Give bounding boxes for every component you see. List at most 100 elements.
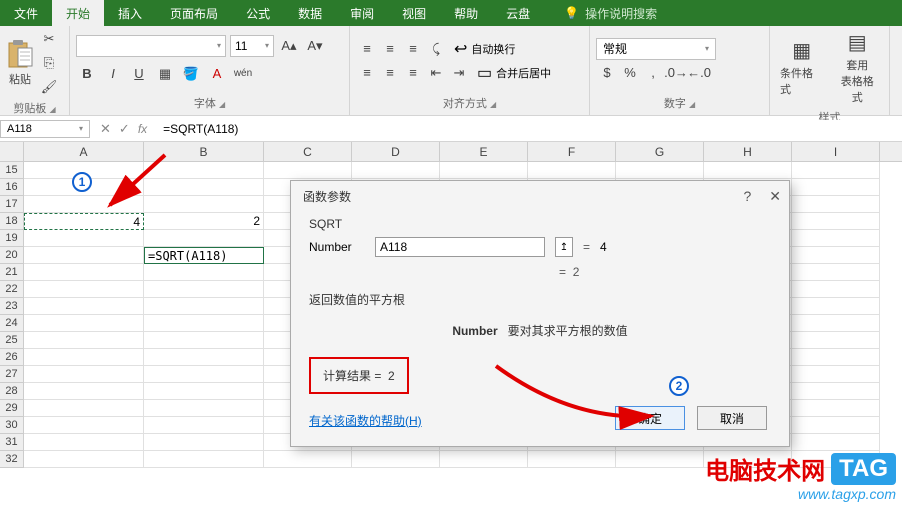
tab-cloud[interactable]: 云盘 [492,0,544,26]
border-button[interactable]: ▦ [154,63,176,85]
row-header[interactable]: 31 [0,434,24,451]
bold-button[interactable]: B [76,63,98,85]
cell[interactable] [24,400,144,417]
align-middle-button[interactable]: ≡ [379,38,401,60]
help-button[interactable]: ? [743,188,751,204]
table-format-button[interactable]: ▤ 套用 表格格式 [832,28,884,107]
row-header[interactable]: 17 [0,196,24,213]
cell[interactable] [24,451,144,468]
increase-indent-button[interactable]: ⇥ [448,62,470,84]
tab-layout[interactable]: 页面布局 [156,0,232,26]
enter-formula-button[interactable]: ✓ [119,121,130,137]
font-color-button[interactable]: A [206,63,228,85]
dialog-launcher-icon[interactable]: ◢ [490,100,496,109]
cell[interactable] [792,298,880,315]
cell[interactable] [144,349,264,366]
cell[interactable] [144,298,264,315]
tab-view[interactable]: 视图 [388,0,440,26]
dialog-launcher-icon[interactable]: ◢ [219,100,225,109]
percent-button[interactable]: % [619,62,641,84]
cell[interactable] [792,400,880,417]
increase-decimal-button[interactable]: .0→ [665,62,687,84]
cell[interactable] [792,213,880,230]
cell[interactable] [792,383,880,400]
col-header[interactable]: H [704,142,792,161]
align-right-button[interactable]: ≡ [402,62,424,84]
cell[interactable] [24,332,144,349]
col-header[interactable]: G [616,142,704,161]
tab-data[interactable]: 数据 [284,0,336,26]
merge-center-button[interactable]: ▭ 合并后居中 [477,62,551,84]
name-box[interactable]: A118▾ [0,120,90,138]
cell[interactable] [144,400,264,417]
cell[interactable] [24,281,144,298]
cell[interactable] [24,417,144,434]
cell[interactable] [440,451,528,468]
dialog-title-bar[interactable]: 函数参数 ? ✕ [291,181,789,211]
formula-input[interactable] [157,120,902,138]
align-left-button[interactable]: ≡ [356,62,378,84]
tell-me-search[interactable]: 💡 操作说明搜索 [564,5,657,22]
dialog-launcher-icon[interactable]: ◢ [689,100,695,109]
cell[interactable] [24,298,144,315]
cell[interactable] [792,230,880,247]
cell[interactable] [616,162,704,179]
cell[interactable]: =SQRT(A118) [144,247,264,264]
row-header[interactable]: 27 [0,366,24,383]
col-header[interactable]: A [24,142,144,161]
align-top-button[interactable]: ≡ [356,38,378,60]
align-center-button[interactable]: ≡ [379,62,401,84]
col-header[interactable]: B [144,142,264,161]
decrease-decimal-button[interactable]: ←.0 [688,62,710,84]
col-header[interactable]: D [352,142,440,161]
cell[interactable] [144,417,264,434]
cell[interactable] [792,349,880,366]
cell[interactable] [144,434,264,451]
cut-button[interactable]: ✂ [38,28,60,50]
row-header[interactable]: 24 [0,315,24,332]
increase-font-button[interactable]: A▴ [278,35,300,57]
number-format-select[interactable]: 常规▾ [596,38,716,60]
cell[interactable] [264,451,352,468]
tab-help[interactable]: 帮助 [440,0,492,26]
col-header[interactable]: E [440,142,528,161]
cell[interactable] [144,315,264,332]
col-header[interactable]: C [264,142,352,161]
cell[interactable] [24,247,144,264]
row-header[interactable]: 16 [0,179,24,196]
col-header[interactable]: F [528,142,616,161]
close-button[interactable]: ✕ [769,188,781,205]
cell[interactable] [24,196,144,213]
cell[interactable] [144,162,264,179]
row-header[interactable]: 30 [0,417,24,434]
tab-insert[interactable]: 插入 [104,0,156,26]
tab-review[interactable]: 审阅 [336,0,388,26]
row-header[interactable]: 21 [0,264,24,281]
cell[interactable] [792,247,880,264]
cell[interactable] [792,434,880,451]
orientation-button[interactable]: ⤹ [425,38,447,60]
cell[interactable] [24,230,144,247]
row-header[interactable]: 25 [0,332,24,349]
wrap-text-button[interactable]: ↩ 自动换行 [454,38,515,60]
cell[interactable] [144,230,264,247]
accounting-button[interactable]: $ [596,62,618,84]
cell[interactable] [144,451,264,468]
paste-button[interactable]: 粘贴 [6,39,34,87]
col-header[interactable]: I [792,142,880,161]
cell[interactable] [792,332,880,349]
tab-home[interactable]: 开始 [52,0,104,26]
dialog-launcher-icon[interactable]: ◢ [49,105,55,114]
cell[interactable] [264,162,352,179]
cell[interactable] [792,315,880,332]
cell[interactable] [144,281,264,298]
font-family-select[interactable]: ▾ [76,35,226,57]
cell[interactable] [792,179,880,196]
cell[interactable] [792,417,880,434]
cell[interactable] [528,162,616,179]
cell[interactable] [144,264,264,281]
row-header[interactable]: 29 [0,400,24,417]
cell[interactable] [792,264,880,281]
cell[interactable] [144,179,264,196]
ok-button[interactable]: 确定 [615,406,685,430]
